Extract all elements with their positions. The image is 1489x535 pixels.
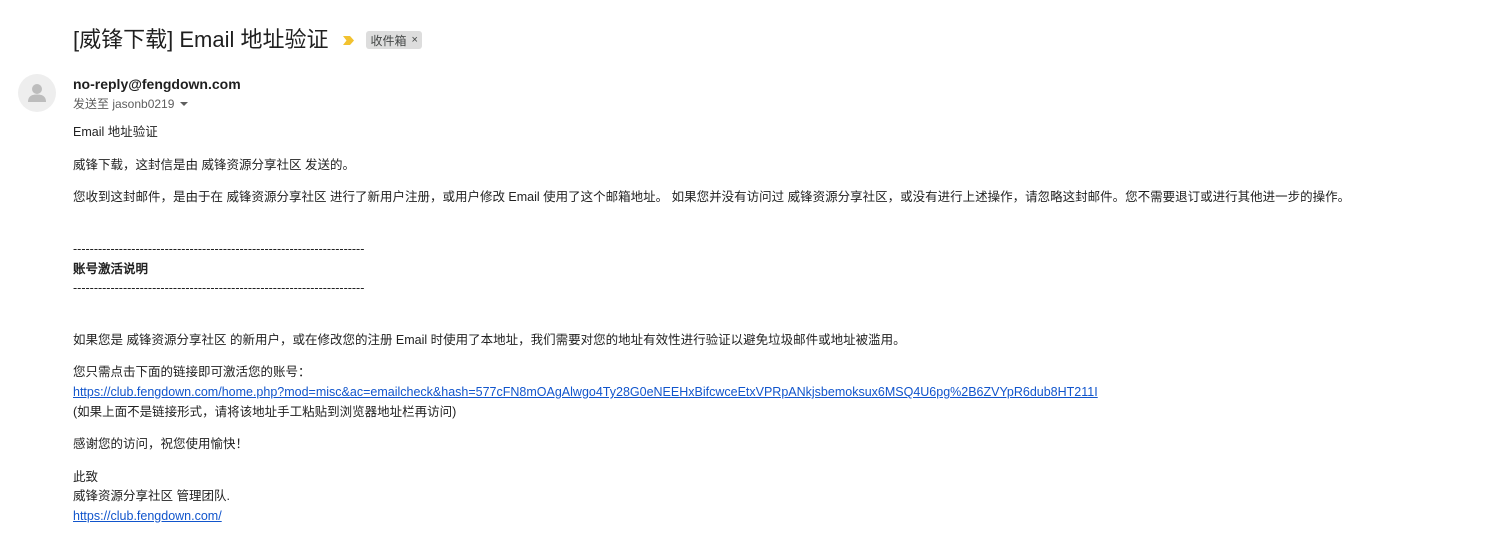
divider-top: ----------------------------------------… (73, 242, 365, 256)
team-signature: 威锋资源分享社区 管理团队. (73, 489, 230, 503)
activation-link-row: https://club.fengdown.com/home.php?mod=m… (73, 384, 1098, 400)
activation-link[interactable]: https://club.fengdown.com/home.php?mod=m… (73, 385, 1098, 399)
remove-label-button[interactable]: × (411, 34, 417, 46)
inbox-label-chip[interactable]: 收件箱 × (366, 31, 422, 49)
fallback-note: (如果上面不是链接形式，请将该地址手工粘贴到浏览器地址栏再访问) (73, 405, 457, 419)
divider-bottom: ----------------------------------------… (73, 281, 365, 295)
inbox-label-text: 收件箱 (370, 33, 407, 48)
email-body-heading: Email 地址验证 (73, 125, 158, 139)
email-reason: 您收到这封邮件，是由于在 威锋资源分享社区 进行了新用户注册，或用户修改 Ema… (73, 190, 1351, 204)
section-title: 账号激活说明 (73, 262, 149, 276)
sender-address: no-reply@fengdown.com (73, 76, 241, 92)
email-intro: 威锋下载，这封信是由 威锋资源分享社区 发送的。 (73, 158, 355, 172)
thanks-text: 感谢您的访问，祝您使用愉快！ (73, 437, 249, 451)
recipient-row: 发送至 jasonb0219 (73, 96, 189, 112)
closing-text: 此致 (73, 470, 99, 484)
site-link[interactable]: https://club.fengdown.com/ (73, 509, 222, 523)
email-subject: [威锋下载] Email 地址验证 (73, 27, 329, 52)
default-avatar-icon (18, 74, 56, 112)
activation-instruction: 您只需点击下面的链接即可激活您的账号： (73, 365, 311, 379)
email-explanation: 如果您是 威锋资源分享社区 的新用户，或在修改您的注册 Email 时使用了本地… (73, 333, 906, 347)
importance-marker-icon[interactable] (342, 34, 355, 47)
site-link-row: https://club.fengdown.com/ (73, 508, 222, 524)
subject-row: [威锋下载] Email 地址验证 收件箱 × (73, 24, 422, 56)
recipient-text: 发送至 jasonb0219 (73, 97, 175, 111)
chevron-down-icon[interactable] (180, 102, 189, 106)
